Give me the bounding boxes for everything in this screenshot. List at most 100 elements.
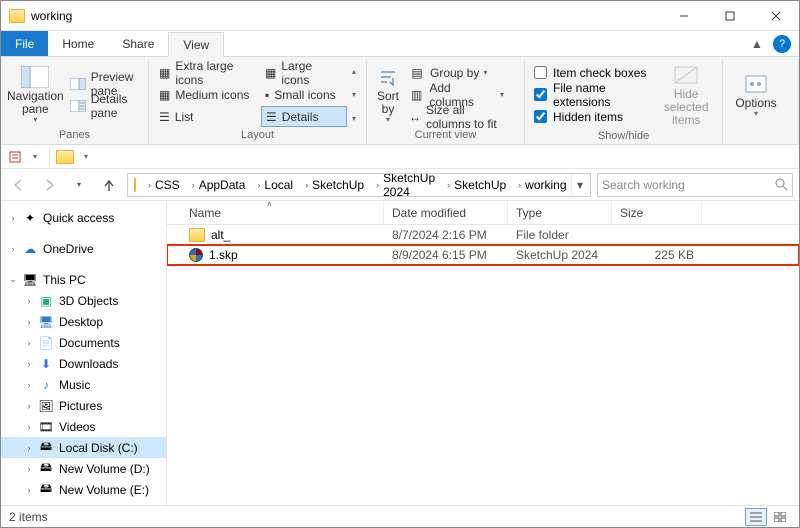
breadcrumb-item[interactable]: ›Local (249, 174, 297, 196)
sidebar-item-documents[interactable]: ›📄Documents (1, 332, 166, 353)
sidebar-item-new-volume-e[interactable]: ›🖴New Volume (E:) (1, 479, 166, 500)
help-button[interactable]: ? (773, 35, 791, 53)
breadcrumb-item[interactable]: ›SketchUp (439, 174, 510, 196)
details-icon: ☰ (266, 110, 277, 124)
hidden-items-checkbox[interactable]: Hidden items (531, 106, 652, 127)
file-list: Name˄ Date modified Type Size alt_ 8/7/2… (167, 201, 799, 505)
sidebar-item-pictures[interactable]: ›🖼Pictures (1, 395, 166, 416)
add-columns-icon: ▥ (409, 87, 424, 103)
sidebar-item-videos[interactable]: ›🎞Videos (1, 416, 166, 437)
details-pane-button[interactable]: Details pane (64, 95, 140, 116)
chevron-right-icon: › (144, 180, 155, 190)
sidebar-item-desktop[interactable]: ›🖥Desktop (1, 311, 166, 332)
pictures-icon: 🖼 (38, 398, 54, 414)
sidebar-item-3d-objects[interactable]: ›▣3D Objects (1, 290, 166, 311)
ribbon-group-label: Show/hide (531, 128, 716, 145)
recent-locations-button[interactable]: ▾ (67, 173, 91, 197)
file-name-extensions-checkbox[interactable]: File name extensions (531, 84, 652, 105)
sort-by-button[interactable]: Sort by ▾ (373, 62, 403, 127)
drive-icon: 🖴 (38, 482, 54, 498)
ribbon-group-panes: Navigation pane ▾ Preview pane Details p… (1, 60, 149, 144)
search-input[interactable]: Search working (597, 173, 793, 197)
properties-icon[interactable] (7, 149, 23, 165)
gallery-expand-icon: ▾ (350, 114, 358, 123)
sort-by-icon (373, 64, 403, 90)
tab-home[interactable]: Home (48, 31, 108, 56)
navigation-pane-button[interactable]: Navigation pane ▾ (7, 62, 64, 127)
qat-folder-dropdown[interactable]: ▾ (78, 149, 94, 165)
details-view-button[interactable] (745, 508, 767, 526)
ribbon-group-label (729, 127, 792, 144)
chevron-up-icon: ▴ (350, 67, 358, 76)
small-icons-icon: ▪ (265, 88, 269, 102)
sidebar-item-onedrive[interactable]: ›☁OneDrive (1, 238, 166, 259)
size-columns-icon: ↔ (409, 109, 421, 125)
hide-items-icon (671, 62, 701, 88)
sidebar-item-this-pc[interactable]: ⌄🖥This PC (1, 269, 166, 290)
folder-icon (56, 150, 74, 164)
sidebar-item-local-disk-c[interactable]: ›🖴Local Disk (C:) (1, 437, 166, 458)
ribbon-group-label: Panes (7, 127, 142, 144)
pc-icon: 🖥 (22, 272, 38, 288)
breadcrumb-item[interactable]: ›AppData (184, 174, 250, 196)
view-details[interactable]: ☰Details (261, 106, 347, 127)
videos-icon: 🎞 (38, 419, 54, 435)
navigation-pane-label: Navigation pane (7, 90, 64, 116)
group-by-icon: ▤ (409, 65, 425, 81)
view-large-icons[interactable]: ▦Large icons (261, 62, 347, 83)
back-button[interactable] (7, 173, 31, 197)
file-rows: alt_ 8/7/2024 2:16 PM File folder 1.skp … (167, 225, 799, 505)
sidebar-item-music[interactable]: ›♪Music (1, 374, 166, 395)
ribbon: Navigation pane ▾ Preview pane Details p… (1, 57, 799, 145)
tab-file[interactable]: File (1, 31, 48, 56)
chevron-right-icon: › (253, 180, 264, 190)
column-name[interactable]: Name˄ (167, 201, 384, 224)
folder-icon (134, 178, 136, 192)
forward-button[interactable] (37, 173, 61, 197)
ribbon-group-options: Options ▾ (723, 60, 799, 144)
chevron-right-icon: › (7, 213, 19, 223)
qat-dropdown-icon[interactable]: ▾ (27, 149, 43, 165)
sidebar-item-downloads[interactable]: ›⬇Downloads (1, 353, 166, 374)
table-row[interactable]: alt_ 8/7/2024 2:16 PM File folder (167, 225, 799, 245)
options-icon (741, 71, 771, 97)
breadcrumb-item[interactable]: ›SketchUp 2024 (368, 174, 439, 196)
downloads-icon: ⬇ (38, 356, 54, 372)
ribbon-collapse-button[interactable]: ▲ (745, 31, 769, 56)
breadcrumb-item[interactable]: ›SketchUp (297, 174, 368, 196)
table-row[interactable]: 1.skp 8/9/2024 6:15 PM SketchUp 2024 225… (167, 245, 799, 265)
column-date[interactable]: Date modified (384, 201, 508, 224)
breadcrumb-item[interactable]: ›CSS (140, 174, 184, 196)
ribbon-group-label: Current view (373, 127, 518, 144)
sidebar-item-new-volume-d[interactable]: ›🖴New Volume (D:) (1, 458, 166, 479)
column-size[interactable]: Size (612, 201, 702, 224)
maximize-button[interactable] (707, 1, 753, 30)
view-small-icons[interactable]: ▪Small icons (261, 84, 347, 105)
3d-icon: ▣ (38, 293, 54, 309)
close-button[interactable] (753, 1, 799, 30)
view-medium-icons[interactable]: ▦Medium icons (155, 84, 259, 105)
breadcrumb-dropdown[interactable]: ▾ (571, 174, 589, 196)
tab-view[interactable]: View (168, 32, 224, 57)
breadcrumbs[interactable]: ›CSS ›AppData ›Local ›SketchUp ›SketchUp… (127, 173, 591, 197)
minimize-button[interactable] (661, 1, 707, 30)
chevron-down-icon: ▾ (350, 90, 358, 99)
layout-gallery-scroll[interactable]: ▴ ▾ ▾ (347, 63, 361, 127)
tab-share[interactable]: Share (108, 31, 168, 56)
preview-pane-icon (70, 76, 86, 92)
search-icon (775, 178, 788, 191)
ribbon-group-layout: ▦Extra large icons ▦Large icons ▦Medium … (149, 60, 367, 144)
view-list[interactable]: ☰List (155, 106, 259, 127)
drive-icon: 🖴 (38, 461, 54, 477)
ribbon-group-show-hide: Item check boxes File name extensions Hi… (525, 60, 723, 144)
view-extra-large-icons[interactable]: ▦Extra large icons (155, 62, 259, 83)
sidebar-item-quick-access[interactable]: ›✦Quick access (1, 207, 166, 228)
thumbnails-view-button[interactable] (769, 508, 791, 526)
up-button[interactable] (97, 173, 121, 197)
column-type[interactable]: Type (508, 201, 612, 224)
breadcrumb-item[interactable]: ›working (510, 174, 570, 196)
item-count: 2 items (9, 510, 48, 524)
options-button[interactable]: Options ▾ (729, 62, 783, 127)
size-all-columns-button[interactable]: ↔Size all columns to fit (403, 106, 510, 127)
hide-selected-items-button[interactable]: Hide selected items (656, 62, 716, 128)
